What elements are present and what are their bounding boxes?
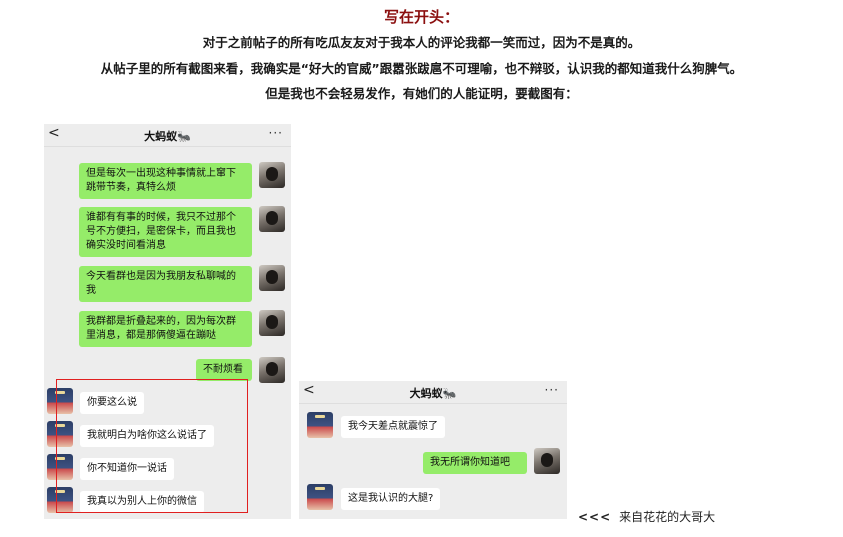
caption-text: 来自花花的大哥大 xyxy=(619,510,716,524)
friend-avatar-icon xyxy=(307,412,333,438)
chat-message: 我今天差点就震惊了 xyxy=(341,416,445,438)
more-dots-icon[interactable]: ··· xyxy=(269,126,283,140)
chat-header: < 大蚂蚁🐜 ··· xyxy=(299,381,567,404)
more-dots-icon[interactable]: ··· xyxy=(545,383,559,397)
friend-avatar-icon xyxy=(307,484,333,510)
intro-paragraph-3: 但是我也不会轻易发作，有她们的人能证明，要截图有： xyxy=(265,86,578,101)
user-avatar-icon xyxy=(259,310,285,336)
user-avatar-icon xyxy=(259,265,285,291)
chat-title: 大蚂蚁🐜 xyxy=(144,130,191,143)
chat-message: 今天看群也是因为我朋友私聊喊的我 xyxy=(79,266,252,302)
intro-paragraph-1: 对于之前帖子的所有吃瓜友友对于我本人的评论我都一笑而过，因为不是真的。 xyxy=(202,35,641,50)
intro-paragraph-2: 从帖子里的所有截图来看，我确实是“好大的官威”跟嚣张跋扈不可理喻，也不辩驳，认识… xyxy=(100,61,743,76)
article-heading: 写在开头： xyxy=(383,8,459,26)
chat-message: 但是每次一出现这种事情就上窜下跳带节奏，真特么烦 xyxy=(79,163,252,199)
user-avatar-icon xyxy=(259,162,285,188)
chat-screenshot-2: < 大蚂蚁🐜 ··· 我今天差点就震惊了 我无所谓你知道吧 这是我认识的大腿? xyxy=(299,381,567,519)
chat-message: 谁都有有事的时候，我只不过那个号不方便扫，是密保卡，而且我也确实没时间看消息 xyxy=(79,207,252,257)
chat-message: 这是我认识的大腿? xyxy=(341,488,441,510)
chat-header: < 大蚂蚁🐜 ··· xyxy=(44,124,291,147)
user-avatar-icon xyxy=(534,448,560,474)
caption-arrows: <<< xyxy=(578,510,612,524)
user-avatar-icon xyxy=(259,357,285,383)
highlight-box xyxy=(56,379,248,513)
chat-title: 大蚂蚁🐜 xyxy=(409,387,457,400)
user-avatar-icon xyxy=(259,206,285,232)
chat-message: 不耐烦看 xyxy=(196,359,252,381)
screenshot-caption: <<< 来自花花的大哥大 xyxy=(578,508,715,525)
chat-message: 我群都是折叠起来的，因为每次群里消息，都是那俩傻逼在蹦哒 xyxy=(79,311,252,347)
chat-message: 我无所谓你知道吧 xyxy=(423,452,527,474)
